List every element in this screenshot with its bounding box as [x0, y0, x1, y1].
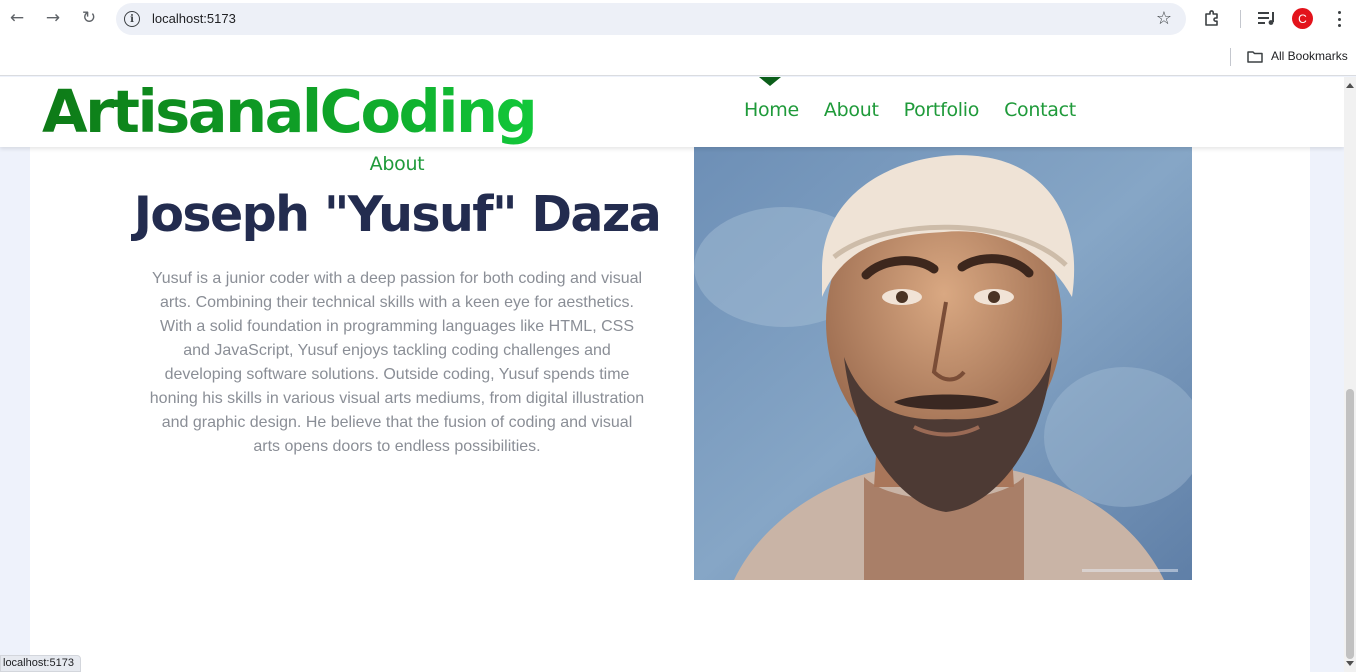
nav-home[interactable]: Home [744, 99, 799, 121]
bookmarks-divider [1230, 48, 1231, 66]
back-arrow-icon[interactable]: ← [6, 7, 28, 29]
bookmark-star-icon[interactable]: ☆ [1156, 8, 1172, 29]
forward-arrow-icon[interactable]: → [42, 7, 64, 29]
scrollbar-thumb[interactable] [1346, 389, 1354, 659]
reload-icon[interactable]: ↻ [78, 7, 100, 29]
portrait-image [694, 147, 1192, 580]
person-name: Joseph "Yusuf" Daza [133, 186, 662, 243]
vertical-scrollbar[interactable] [1344, 77, 1356, 672]
all-bookmarks-button[interactable]: All Bookmarks [1271, 49, 1348, 63]
site-header: ArtisanalCoding Home About Portfolio Con… [0, 77, 1344, 147]
browser-menu-icon[interactable] [1330, 8, 1348, 30]
scroll-up-arrow-icon[interactable] [1346, 83, 1354, 88]
bio-text: Yusuf is a junior coder with a deep pass… [149, 270, 645, 455]
folder-icon[interactable] [1247, 50, 1263, 63]
media-control-icon[interactable] [1257, 10, 1277, 26]
profile-avatar[interactable]: C [1292, 8, 1313, 29]
link-status-bubble: localhost:5173 [0, 655, 81, 672]
page-viewport: ArtisanalCoding Home About Portfolio Con… [0, 77, 1344, 672]
site-logo[interactable]: ArtisanalCoding [42, 77, 538, 147]
extensions-puzzle-icon[interactable] [1203, 9, 1221, 27]
browser-toolbar: ← → ↻ i localhost:5173 ☆ C [0, 0, 1356, 38]
bookmarks-bar: All Bookmarks [0, 38, 1356, 76]
active-nav-indicator [759, 77, 781, 86]
main-nav: Home About Portfolio Contact [744, 99, 1076, 121]
address-bar[interactable]: i localhost:5173 ☆ [116, 3, 1186, 35]
toolbar-divider [1240, 10, 1241, 28]
nav-contact[interactable]: Contact [1004, 99, 1076, 121]
section-label: About [369, 153, 425, 175]
nav-portfolio[interactable]: Portfolio [904, 99, 980, 121]
address-bar-url[interactable]: localhost:5173 [152, 11, 236, 26]
scroll-down-arrow-icon[interactable] [1346, 661, 1354, 666]
site-info-icon[interactable]: i [124, 11, 140, 27]
portrait-illustration [694, 147, 1192, 580]
nav-about[interactable]: About [824, 99, 879, 121]
